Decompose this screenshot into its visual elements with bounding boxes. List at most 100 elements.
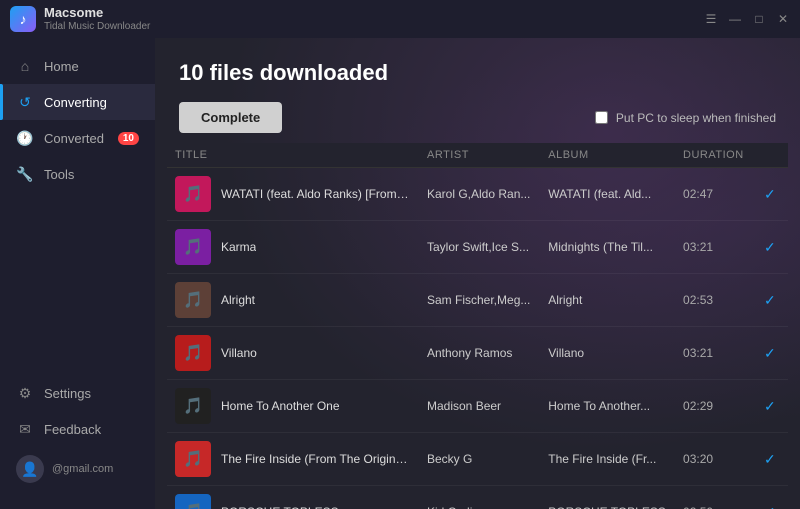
table-row: 🎵 Villano Anthony Ramos Villano 03:21 ✓ bbox=[167, 327, 788, 380]
col-header-status bbox=[752, 143, 788, 168]
col-header-album: ALBUM bbox=[540, 143, 675, 168]
track-artist: Taylor Swift,Ice S... bbox=[419, 221, 540, 274]
track-title-cell: 🎵 Alright bbox=[167, 274, 419, 327]
sidebar-item-converted[interactable]: 🕐 Converted 10 bbox=[0, 120, 155, 156]
track-thumbnail: 🎵 bbox=[175, 229, 211, 265]
track-album: Midnights (The Til... bbox=[540, 221, 675, 274]
track-thumbnail: 🎵 bbox=[175, 441, 211, 477]
tracks-table-container[interactable]: TITLE ARTIST ALBUM DURATION 🎵 WATATI (fe… bbox=[155, 143, 800, 509]
content-area: 10 files downloaded Complete Put PC to s… bbox=[155, 38, 800, 509]
sleep-checkbox[interactable] bbox=[595, 111, 608, 124]
track-artist: Anthony Ramos bbox=[419, 327, 540, 380]
sidebar-item-label: Tools bbox=[44, 167, 74, 182]
track-duration: 03:21 bbox=[675, 327, 752, 380]
window-controls: ☰ — □ ✕ bbox=[704, 12, 790, 26]
sidebar-item-tools[interactable]: 🔧 Tools bbox=[0, 156, 155, 192]
track-title-cell: 🎵 The Fire Inside (From The Original Mot… bbox=[167, 433, 419, 486]
track-thumbnail: 🎵 bbox=[175, 494, 211, 509]
content-header: 10 files downloaded Complete Put PC to s… bbox=[155, 38, 800, 143]
track-duration: 03:21 bbox=[675, 221, 752, 274]
track-album: The Fire Inside (Fr... bbox=[540, 433, 675, 486]
track-thumbnail: 🎵 bbox=[175, 388, 211, 424]
track-album: Villano bbox=[540, 327, 675, 380]
sleep-label: Put PC to sleep when finished bbox=[616, 111, 776, 125]
app-branding: ♪ Macsome Tidal Music Downloader bbox=[10, 5, 150, 33]
track-title: The Fire Inside (From The Original Motio… bbox=[221, 452, 411, 466]
sidebar-item-converting[interactable]: ↺ Converting bbox=[0, 84, 155, 120]
track-artist: Becky G bbox=[419, 433, 540, 486]
complete-button[interactable]: Complete bbox=[179, 102, 282, 133]
close-button[interactable]: ✕ bbox=[776, 12, 790, 26]
track-status: ✓ bbox=[752, 221, 788, 274]
track-album: WATATI (feat. Ald... bbox=[540, 168, 675, 221]
track-album: Alright bbox=[540, 274, 675, 327]
title-bar: ♪ Macsome Tidal Music Downloader ☰ — □ ✕ bbox=[0, 0, 800, 38]
col-header-title: TITLE bbox=[167, 143, 419, 168]
table-row: 🎵 Karma Taylor Swift,Ice S... Midnights … bbox=[167, 221, 788, 274]
sidebar-item-settings[interactable]: ⚙ Settings bbox=[0, 375, 155, 411]
track-status: ✓ bbox=[752, 274, 788, 327]
track-artist: Madison Beer bbox=[419, 380, 540, 433]
sidebar-bottom: ⚙ Settings ✉ Feedback 👤 @gmail.com bbox=[0, 375, 155, 499]
sidebar-item-home[interactable]: ⌂ Home bbox=[0, 48, 155, 84]
sidebar-item-label: Settings bbox=[44, 386, 91, 401]
track-artist: Karol G,Aldo Ran... bbox=[419, 168, 540, 221]
track-title-cell: 🎵 Home To Another One bbox=[167, 380, 419, 433]
sleep-option: Put PC to sleep when finished bbox=[595, 111, 776, 125]
track-title-cell: 🎵 Villano bbox=[167, 327, 419, 380]
track-thumbnail: 🎵 bbox=[175, 335, 211, 371]
track-album: Home To Another... bbox=[540, 380, 675, 433]
home-icon: ⌂ bbox=[16, 57, 34, 75]
table-row: 🎵 PORSCHE TOPLESS Kid Cudi PORSCHE TOPLE… bbox=[167, 486, 788, 509]
app-subtitle: Tidal Music Downloader bbox=[44, 21, 150, 33]
page-title: 10 files downloaded bbox=[179, 60, 776, 86]
track-title-cell: 🎵 PORSCHE TOPLESS bbox=[167, 486, 419, 509]
feedback-icon: ✉ bbox=[16, 420, 34, 438]
track-status: ✓ bbox=[752, 380, 788, 433]
track-title: Villano bbox=[221, 346, 257, 360]
table-row: 🎵 Alright Sam Fischer,Meg... Alright 02:… bbox=[167, 274, 788, 327]
settings-icon: ⚙ bbox=[16, 384, 34, 402]
table-row: 🎵 WATATI (feat. Aldo Ranks) [From Barbie… bbox=[167, 168, 788, 221]
track-duration: 02:50 bbox=[675, 486, 752, 509]
converting-icon: ↺ bbox=[16, 93, 34, 111]
sidebar: ⌂ Home ↺ Converting 🕐 Converted 10 🔧 Too… bbox=[0, 38, 155, 509]
track-album: PORSCHE TOPLESS bbox=[540, 486, 675, 509]
user-avatar-section[interactable]: 👤 @gmail.com bbox=[0, 447, 155, 491]
maximize-button[interactable]: □ bbox=[752, 12, 766, 26]
minimize-button[interactable]: — bbox=[728, 12, 742, 26]
sidebar-item-label: Feedback bbox=[44, 422, 101, 437]
track-artist: Kid Cudi bbox=[419, 486, 540, 509]
sidebar-item-label: Converted bbox=[44, 131, 104, 146]
track-title: Home To Another One bbox=[221, 399, 340, 413]
track-artist: Sam Fischer,Meg... bbox=[419, 274, 540, 327]
menu-icon[interactable]: ☰ bbox=[704, 12, 718, 26]
track-duration: 02:47 bbox=[675, 168, 752, 221]
tracks-table: TITLE ARTIST ALBUM DURATION 🎵 WATATI (fe… bbox=[167, 143, 788, 509]
sidebar-item-label: Home bbox=[44, 59, 79, 74]
track-status: ✓ bbox=[752, 433, 788, 486]
track-title: Alright bbox=[221, 293, 255, 307]
table-header-row: TITLE ARTIST ALBUM DURATION bbox=[167, 143, 788, 168]
header-actions: Complete Put PC to sleep when finished bbox=[179, 102, 776, 133]
table-row: 🎵 Home To Another One Madison Beer Home … bbox=[167, 380, 788, 433]
sidebar-item-feedback[interactable]: ✉ Feedback bbox=[0, 411, 155, 447]
col-header-duration: DURATION bbox=[675, 143, 752, 168]
track-status: ✓ bbox=[752, 327, 788, 380]
track-duration: 03:20 bbox=[675, 433, 752, 486]
track-status: ✓ bbox=[752, 486, 788, 509]
table-row: 🎵 The Fire Inside (From The Original Mot… bbox=[167, 433, 788, 486]
track-thumbnail: 🎵 bbox=[175, 176, 211, 212]
track-title: WATATI (feat. Aldo Ranks) [From Barbie .… bbox=[221, 187, 411, 201]
track-title: PORSCHE TOPLESS bbox=[221, 505, 339, 509]
track-title: Karma bbox=[221, 240, 256, 254]
converted-badge: 10 bbox=[118, 132, 139, 145]
app-logo: ♪ bbox=[10, 6, 36, 32]
app-name-block: Macsome Tidal Music Downloader bbox=[44, 5, 150, 33]
sidebar-item-label: Converting bbox=[44, 95, 107, 110]
col-header-artist: ARTIST bbox=[419, 143, 540, 168]
track-title-cell: 🎵 WATATI (feat. Aldo Ranks) [From Barbie… bbox=[167, 168, 419, 221]
main-layout: ⌂ Home ↺ Converting 🕐 Converted 10 🔧 Too… bbox=[0, 38, 800, 509]
track-thumbnail: 🎵 bbox=[175, 282, 211, 318]
user-email: @gmail.com bbox=[52, 463, 113, 475]
